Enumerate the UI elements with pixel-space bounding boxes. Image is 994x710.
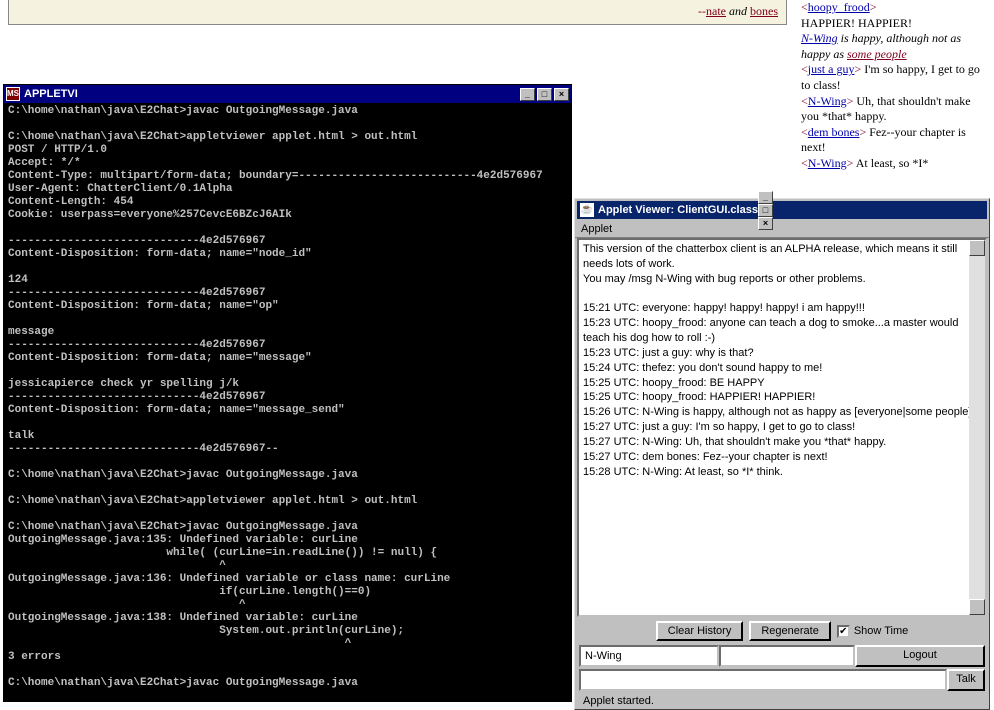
applet-viewer-window: ☕ Applet Viewer: ClientGUI.class _ □ × A…: [574, 198, 990, 710]
chat-message: 15:27 UTC: dem bones: Fez--your chapter …: [583, 450, 981, 465]
chat-message: 15:26 UTC: N-Wing is happy, although not…: [583, 405, 981, 420]
nick-n-wing[interactable]: N-Wing: [808, 94, 847, 108]
link-some-people[interactable]: some people: [847, 47, 907, 61]
chat-message: 15:27 UTC: just a guy: I'm so happy, I g…: [583, 420, 981, 435]
banner-link-bones[interactable]: bones: [750, 4, 778, 18]
scroll-down-button[interactable]: [969, 599, 985, 615]
applet-title: Applet Viewer: ClientGUI.class: [598, 204, 758, 216]
banner-prefix: --: [698, 4, 706, 18]
status-bar: Applet started.: [577, 691, 987, 709]
maximize-button[interactable]: □: [537, 88, 552, 101]
close-button[interactable]: ×: [554, 88, 569, 101]
chat-log[interactable]: This version of the chatterbox client is…: [577, 238, 987, 617]
banner-join: and: [726, 4, 750, 18]
chat-message: 15:25 UTC: hoopy_frood: BE HAPPY: [583, 376, 981, 391]
chat-line: <dem bones> Fez--your chapter is next!: [801, 125, 986, 156]
msdos-icon[interactable]: MS: [6, 87, 20, 101]
applet-menubar: Applet: [575, 221, 989, 238]
show-time-label: Show Time: [854, 625, 908, 637]
chat-line: <hoopy_frood>: [801, 0, 986, 16]
terminal-window: MS APPLETVI _ □ × C:\home\nathan\java\E2…: [3, 84, 572, 702]
chat-line: <N-Wing> Uh, that shouldn't make you *th…: [801, 94, 986, 125]
java-icon: ☕: [580, 203, 594, 217]
chat-line: <N-Wing> At least, so *I*: [801, 156, 986, 172]
scrollbar-track[interactable]: [969, 240, 985, 615]
chat-message: 15:25 UTC: hoopy_frood: HAPPIER! HAPPIER…: [583, 390, 981, 405]
chat-line: N-Wing is happy, although not as happy a…: [801, 31, 986, 62]
applet-titlebar[interactable]: ☕ Applet Viewer: ClientGUI.class _ □ ×: [577, 201, 987, 219]
banner-link-nate[interactable]: nate: [706, 4, 726, 18]
chat-line: HAPPIER! HAPPIER!: [801, 16, 986, 32]
chat-message: 15:23 UTC: hoopy_frood: anyone can teach…: [583, 316, 981, 346]
chat-intro-2: You may /msg N-Wing with bug reports or …: [583, 272, 981, 287]
scroll-up-button[interactable]: [969, 240, 985, 256]
nick-dem-bones[interactable]: dem bones: [808, 125, 860, 139]
checkbox-icon[interactable]: ✔: [837, 625, 850, 638]
regenerate-button[interactable]: Regenerate: [749, 621, 831, 641]
chat-intro-1: This version of the chatterbox client is…: [583, 242, 981, 272]
chat-message: 15:27 UTC: N-Wing: Uh, that shouldn't ma…: [583, 435, 981, 450]
clear-history-button[interactable]: Clear History: [656, 621, 744, 641]
menu-applet[interactable]: Applet: [581, 223, 612, 235]
chat-message: 15:24 UTC: thefez: you don't sound happy…: [583, 361, 981, 376]
talk-button[interactable]: Talk: [947, 669, 985, 691]
show-time-checkbox[interactable]: ✔ Show Time: [837, 625, 908, 638]
chat-message: 15:28 UTC: N-Wing: At least, so *I* thin…: [583, 465, 981, 480]
right-chat-column: <hoopy_frood> HAPPIER! HAPPIER! N-Wing i…: [801, 0, 986, 172]
top-banner: --nate and bones: [8, 0, 787, 25]
chat-message: 15:23 UTC: just a guy: why is that?: [583, 346, 981, 361]
button-row: Clear History Regenerate ✔ Show Time: [577, 617, 987, 645]
minimize-button[interactable]: _: [758, 191, 773, 204]
message-row: Talk: [577, 667, 987, 691]
logout-button[interactable]: Logout: [855, 645, 985, 667]
chat-line: <just a guy> I'm so happy, I get to go t…: [801, 62, 986, 93]
nick-n-wing[interactable]: N-Wing: [808, 156, 847, 170]
password-field[interactable]: [719, 645, 855, 667]
username-field[interactable]: N-Wing: [579, 645, 719, 667]
minimize-button[interactable]: _: [520, 88, 535, 101]
chat-message: 15:21 UTC: everyone: happy! happy! happy…: [583, 301, 981, 316]
terminal-titlebar[interactable]: MS APPLETVI _ □ ×: [4, 85, 571, 103]
terminal-title: APPLETVI: [24, 88, 520, 100]
message-input[interactable]: [579, 669, 947, 691]
nick-just-a-guy[interactable]: just a guy: [808, 62, 855, 76]
terminal-output[interactable]: C:\home\nathan\java\E2Chat>javac Outgoin…: [4, 103, 571, 701]
user-row: N-Wing Logout: [577, 645, 987, 667]
nick-hoopy-frood[interactable]: hoopy_frood: [808, 0, 870, 14]
nick-n-wing[interactable]: N-Wing: [801, 31, 838, 45]
maximize-button[interactable]: □: [758, 204, 773, 217]
